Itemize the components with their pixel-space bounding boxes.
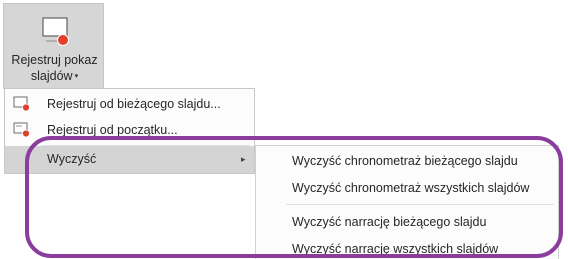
- submenu-item-clear-narration-current[interactable]: Wyczyść narrację bieżącego slajdu: [292, 214, 486, 230]
- record-from-current-icon: [13, 96, 30, 112]
- submenu-separator: [286, 204, 554, 205]
- record-slide-show-button[interactable]: Rejestruj pokaz slajdów ▾: [3, 3, 104, 89]
- submenu-arrow-icon: ▸: [241, 154, 246, 164]
- submenu-item-clear-narration-all[interactable]: Wyczyść narrację wszystkich slajdów: [292, 241, 498, 257]
- menu-item-label: Wyczyść: [47, 152, 97, 166]
- submenu-item-clear-timing-current[interactable]: Wyczyść chronometraż bieżącego slajdu: [292, 153, 518, 169]
- clear-submenu: Wyczyść chronometraż bieżącego slajdu Wy…: [255, 145, 559, 259]
- record-from-beginning-icon: [13, 122, 30, 138]
- ribbon-button-label-line1: Rejestruj pokaz: [11, 53, 98, 67]
- dropdown-caret-icon: ▾: [74, 73, 79, 80]
- powerpoint-ribbon-screenshot: Rejestruj pokaz slajdów ▾ Rejestruj od bi…: [0, 0, 568, 259]
- ribbon-button-label-text: slajdów: [30, 69, 73, 83]
- record-dropdown-menu: Rejestruj od bieżącego slajdu... Rejestr…: [4, 88, 255, 174]
- menu-item-clear[interactable]: Wyczyść ▸: [5, 146, 254, 173]
- menu-item-label: Rejestruj od bieżącego slajdu...: [47, 97, 221, 111]
- menu-item-record-from-beginning[interactable]: Rejestruj od początku...: [5, 117, 254, 143]
- record-slide-show-icon: [42, 17, 69, 46]
- submenu-item-clear-timing-all[interactable]: Wyczyść chronometraż wszystkich slajdów: [292, 180, 529, 196]
- ribbon-button-label-line2: slajdów ▾: [4, 69, 105, 84]
- menu-item-label: Rejestruj od początku...: [47, 123, 178, 137]
- menu-item-record-from-current[interactable]: Rejestruj od bieżącego slajdu...: [5, 91, 254, 117]
